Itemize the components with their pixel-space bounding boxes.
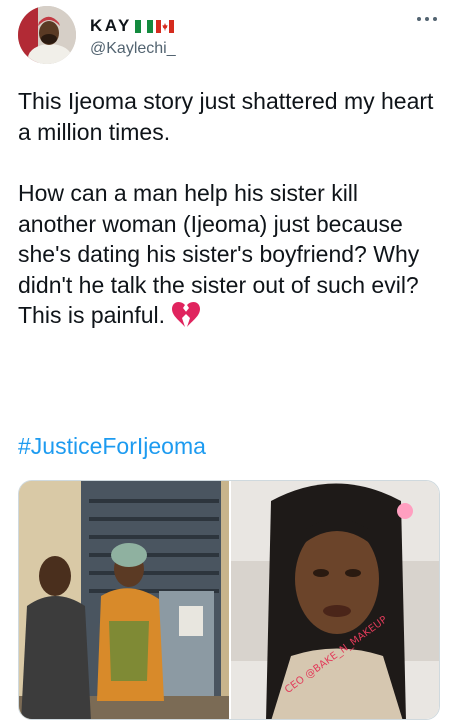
photo-right[interactable]: CEO @BAKE_N_MAKEUP <box>231 481 439 719</box>
display-name[interactable]: KAY <box>90 16 176 36</box>
tweet-paragraph-2: How can a man help his sister kill anoth… <box>18 178 442 331</box>
tweet-header: KAY @Kaylechi_ <box>18 6 442 68</box>
canada-flag-icon <box>155 19 174 33</box>
avatar[interactable] <box>18 6 76 64</box>
photo-left[interactable] <box>19 481 229 719</box>
display-name-text[interactable]: KAY <box>90 16 132 36</box>
nigeria-flag-icon <box>134 19 153 33</box>
tweet-media[interactable]: CEO @BAKE_N_MAKEUP <box>18 480 440 720</box>
tweet-paragraph-2-text: How can a man help his sister kill anoth… <box>18 180 420 328</box>
tweet-paragraph-1: This Ijeoma story just shattered my hear… <box>18 88 434 145</box>
broken-heart-icon <box>172 301 201 327</box>
more-options-icon[interactable] <box>414 10 440 28</box>
tweet-text: This Ijeoma story just shattered my hear… <box>18 86 442 331</box>
hashtag-link[interactable]: #JusticeForIjeoma <box>18 433 206 460</box>
handle[interactable]: @Kaylechi_ <box>90 40 176 58</box>
